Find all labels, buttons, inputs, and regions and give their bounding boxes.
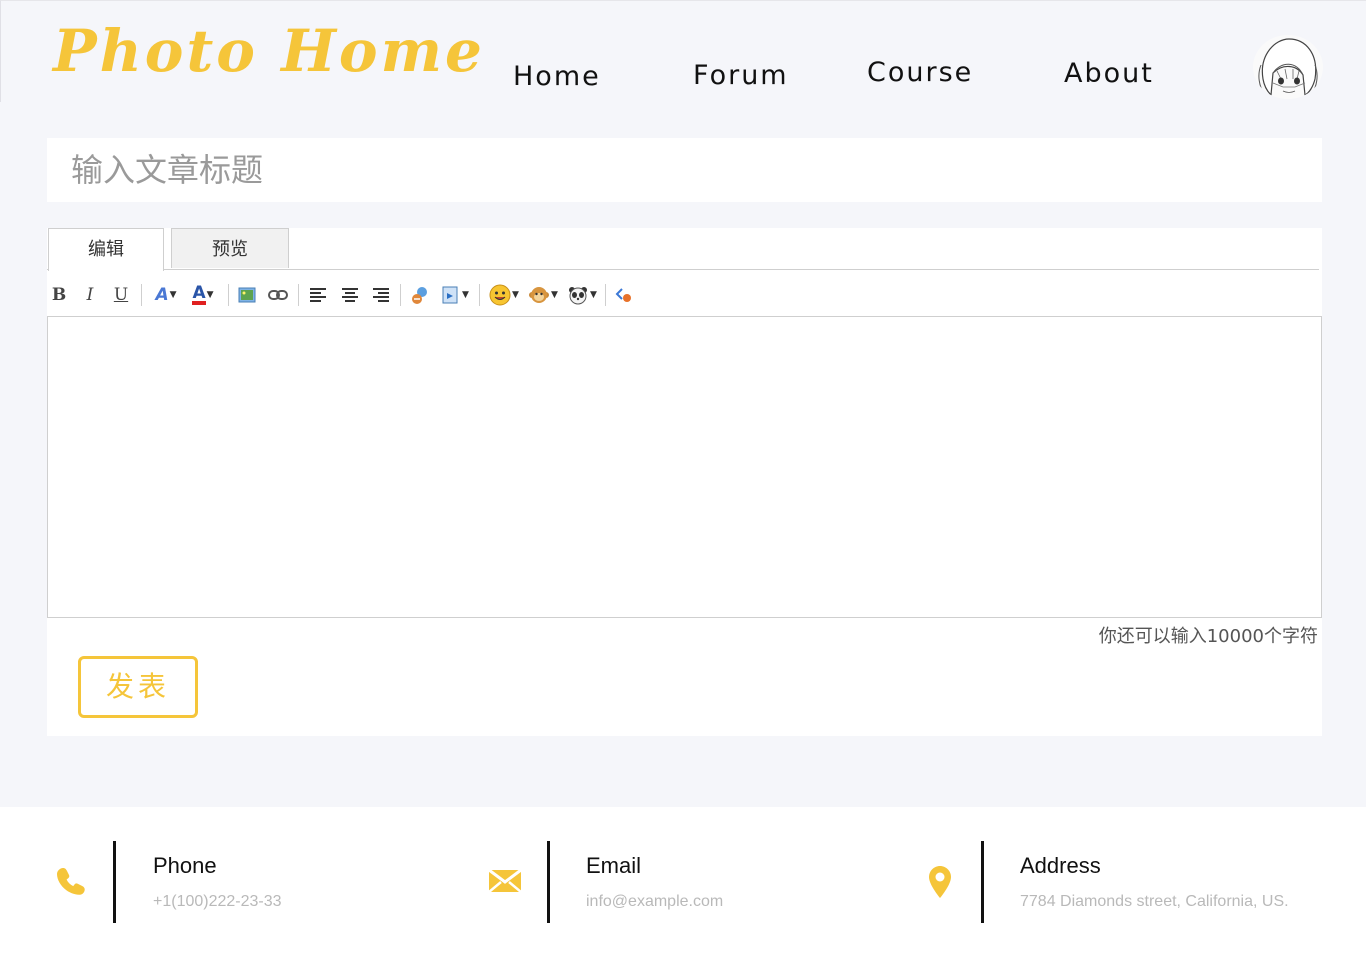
editor-panel: 编辑 预览 B I U A ▼ A ▼ ▼ ▼ ▼ ▼ 你还可以输入10000个… [47,228,1322,736]
tab-preview[interactable]: 预览 [171,228,289,268]
publish-button[interactable]: 发表 [78,656,198,718]
toolbar-separator [479,284,480,306]
tab-edit[interactable]: 编辑 [48,228,164,271]
address-label: Address [1020,853,1101,878]
align-right-icon[interactable] [371,284,391,306]
email-value[interactable]: info@example.com [586,893,723,911]
font-color-glyph: A [192,283,206,305]
dropdown-caret-icon: ▼ [206,290,214,300]
header: Photo Home Home Forum Course About [0,0,1366,102]
toolbar-separator [400,284,401,306]
contact-address: Address 7784 Diamonds street, California… [868,841,1348,923]
divider-line [113,841,116,923]
nav-course[interactable]: Course [867,57,973,88]
envelope-icon [488,868,522,893]
source-code-icon[interactable] [613,284,635,306]
align-center-icon[interactable] [340,284,360,306]
divider-line [981,841,984,923]
phone-label: Phone [153,853,217,878]
contact-phone: Phone +1(100)222-23-33 [0,841,400,923]
insert-image-icon[interactable] [237,284,257,306]
monkey-icon [529,287,550,303]
toolbar-separator [141,284,142,306]
editor-toolbar: B I U A ▼ A ▼ ▼ ▼ ▼ ▼ [47,278,747,312]
font-size-glyph: A [155,285,169,305]
insert-media-button[interactable]: ▼ [439,284,471,306]
contact-email: Email info@example.com [434,841,874,923]
character-counter: 你还可以输入10000个字符 [1098,626,1318,647]
footer: Phone +1(100)222-23-33 Email info@exampl… [0,807,1366,969]
dropdown-caret-icon: ▼ [551,290,558,300]
italic-button[interactable]: I [83,284,97,306]
address-value: 7784 Diamonds street, California, US. [1020,893,1289,910]
emoji-panda-button[interactable]: ▼ [565,284,599,306]
toolbar-separator [228,284,229,306]
insert-link-icon[interactable] [267,284,289,306]
dropdown-caret-icon: ▼ [512,290,519,300]
insert-flash-icon[interactable] [409,284,431,306]
tab-divider [47,269,1319,270]
toolbar-separator [605,284,606,306]
dropdown-caret-icon: ▼ [169,290,177,300]
font-color-button[interactable]: A ▼ [187,284,219,306]
nav-about[interactable]: About [1064,58,1154,89]
underline-button[interactable]: U [113,284,129,306]
smiley-icon [489,284,511,306]
font-size-button[interactable]: A ▼ [151,284,181,306]
bold-button[interactable]: B [51,284,67,306]
site-logo[interactable]: Photo Home [53,17,485,85]
phone-value[interactable]: +1(100)222-23-33 [153,893,282,911]
article-title-input[interactable] [47,138,1322,202]
media-icon [442,286,458,304]
nav-home[interactable]: Home [513,61,601,92]
avatar[interactable] [1253,35,1323,99]
emoji-smile-button[interactable]: ▼ [487,284,521,306]
email-label: Email [586,853,642,878]
emoji-monkey-button[interactable]: ▼ [526,284,560,306]
phone-icon [57,868,85,895]
content-editor-area[interactable] [47,316,1322,618]
location-pin-icon [929,866,951,898]
avatar-image [1258,38,1318,97]
toolbar-separator [298,284,299,306]
divider-line [547,841,550,923]
dropdown-caret-icon: ▼ [590,290,597,300]
panda-icon [569,287,588,305]
nav-forum[interactable]: Forum [693,60,789,91]
dropdown-caret-icon: ▼ [462,290,469,300]
align-left-icon[interactable] [308,284,328,306]
